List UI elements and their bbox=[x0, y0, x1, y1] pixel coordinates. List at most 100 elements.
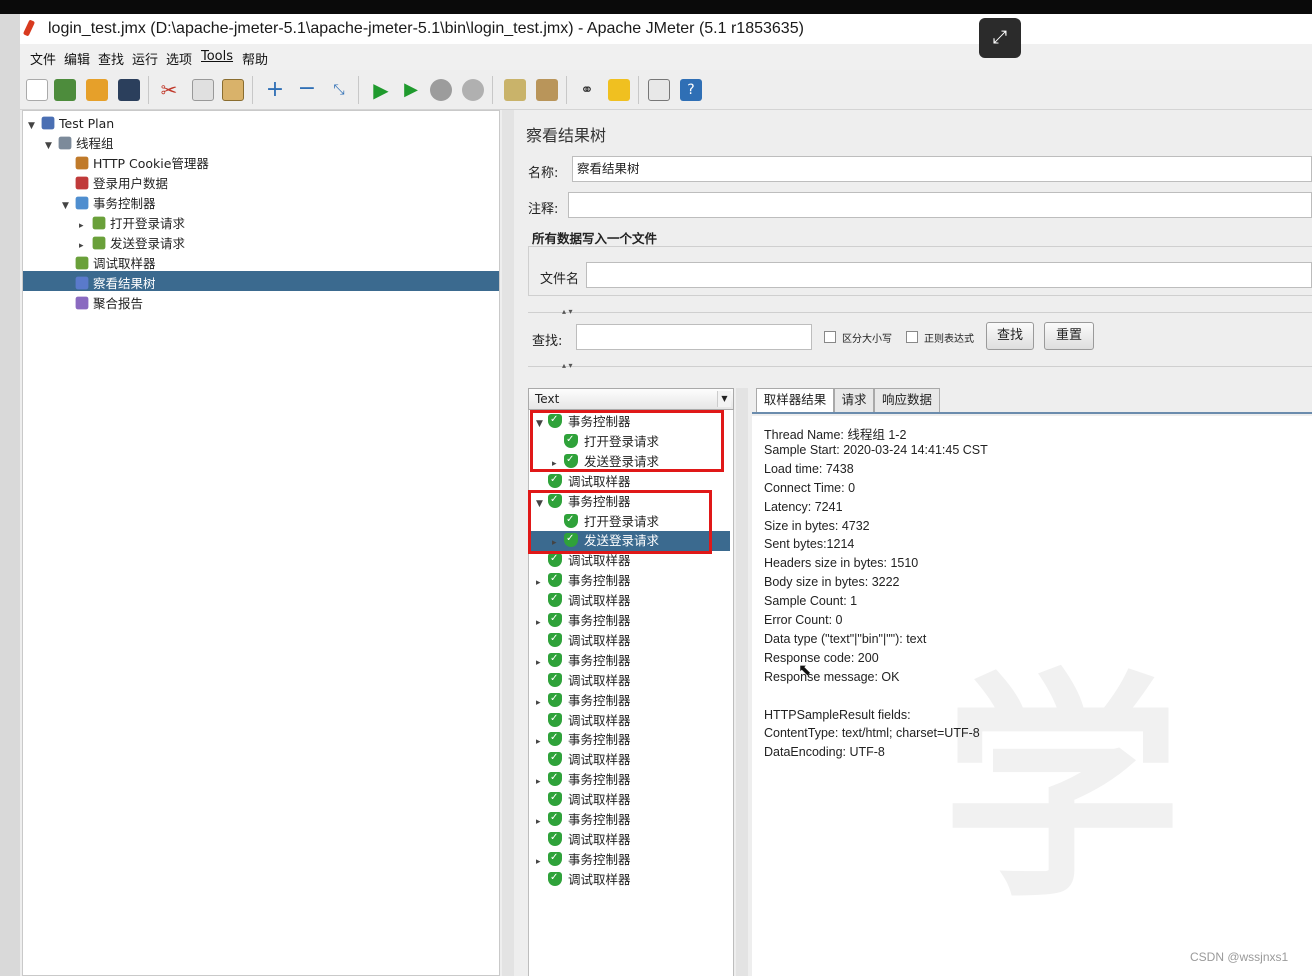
tree-toggle-icon[interactable]: ▼ bbox=[62, 196, 74, 216]
menu-tools[interactable]: Tools bbox=[201, 49, 233, 64]
tab-response-data[interactable]: 响应数据 bbox=[874, 388, 940, 412]
stop-icon[interactable] bbox=[430, 79, 452, 101]
reset-button[interactable]: 重置 bbox=[1044, 322, 1094, 350]
split-divider-2[interactable]: ▴ ▾ bbox=[528, 361, 1312, 374]
tree-toggle-icon[interactable]: ▼ bbox=[28, 116, 40, 136]
menu-search[interactable]: 查找 bbox=[98, 49, 124, 68]
chevron-down-icon[interactable]: ▼ bbox=[717, 391, 731, 407]
tree-toggle-icon[interactable]: ▸ bbox=[79, 216, 91, 236]
tree-item[interactable]: ▼ 线程组 bbox=[45, 134, 114, 154]
tab-request[interactable]: 请求 bbox=[834, 388, 874, 412]
result-item-label: 事务控制器 bbox=[568, 732, 631, 748]
tree-item[interactable]: 调试取样器 bbox=[62, 254, 156, 274]
tree-toggle-icon[interactable]: ▸ bbox=[79, 236, 91, 256]
search-icon[interactable]: ⚭ bbox=[576, 79, 598, 101]
results-tree-icon bbox=[75, 276, 89, 290]
success-shield-icon bbox=[548, 828, 562, 848]
open-icon[interactable] bbox=[86, 79, 108, 101]
toolbar-separator bbox=[252, 76, 253, 104]
result-item-label: 事务控制器 bbox=[568, 573, 631, 589]
tree-item[interactable]: 登录用户数据 bbox=[62, 174, 168, 194]
credit-watermark: CSDN @wssjnxs1 bbox=[1190, 950, 1289, 964]
screen-left-strip bbox=[0, 14, 20, 976]
result-item-label: 事务控制器 bbox=[568, 652, 631, 668]
shutdown-icon[interactable] bbox=[462, 79, 484, 101]
sample-result-line: Sample Start: 2020-03-24 14:41:45 CST bbox=[764, 442, 988, 457]
result-item-label: 调试取样器 bbox=[568, 632, 631, 648]
help-icon[interactable]: ? bbox=[680, 79, 702, 101]
red-highlight-box bbox=[528, 490, 712, 554]
name-field[interactable]: 察看结果树 bbox=[572, 156, 1312, 182]
jmeter-window: login_test.jmx (D:\apache-jmeter-5.1\apa… bbox=[20, 14, 1312, 976]
menu-help[interactable]: 帮助 bbox=[242, 49, 268, 68]
result-item[interactable]: 调试取样器 bbox=[536, 868, 631, 890]
collapse-icon[interactable]: − bbox=[296, 78, 318, 101]
start-icon[interactable]: ▶ bbox=[370, 79, 392, 101]
templates-icon[interactable] bbox=[54, 79, 76, 101]
paste-icon[interactable] bbox=[222, 79, 244, 101]
tree-item-label: Test Plan bbox=[59, 116, 115, 131]
success-shield-icon bbox=[548, 649, 562, 669]
sample-result-line: Error Count: 0 bbox=[764, 613, 843, 627]
success-shield-icon bbox=[548, 689, 562, 709]
filename-field[interactable] bbox=[586, 262, 1312, 288]
toolbar-separator bbox=[492, 76, 493, 104]
regex-checkbox[interactable] bbox=[906, 331, 918, 343]
find-button[interactable]: 查找 bbox=[986, 322, 1034, 350]
window-title: login_test.jmx (D:\apache-jmeter-5.1\apa… bbox=[48, 20, 804, 37]
tree-item[interactable]: ▸ 发送登录请求 bbox=[79, 234, 185, 254]
debug-sampler-icon bbox=[75, 256, 89, 270]
result-item-label: 调试取样器 bbox=[568, 752, 631, 768]
search-input[interactable] bbox=[576, 324, 812, 350]
tree-item-label: 调试取样器 bbox=[93, 256, 156, 271]
tab-sampler-result[interactable]: 取样器结果 bbox=[756, 388, 834, 412]
success-shield-icon bbox=[548, 748, 562, 768]
comment-field[interactable] bbox=[568, 192, 1312, 218]
cut-icon[interactable]: ✂ bbox=[158, 79, 180, 101]
sampler-icon bbox=[92, 216, 106, 230]
sampler-result-detail: 学 Thread Name: 线程组 1-2 Sample Start: 2020… bbox=[752, 416, 1312, 976]
restore-window-button[interactable]: ⤢ bbox=[979, 18, 1021, 58]
start-no-pause-icon[interactable]: ▶ bbox=[400, 79, 422, 101]
success-shield-icon bbox=[548, 609, 562, 629]
sample-result-line: Response message: OK bbox=[764, 669, 900, 684]
success-shield-icon bbox=[548, 728, 562, 748]
success-shield-icon bbox=[548, 788, 562, 808]
menu-run[interactable]: 运行 bbox=[132, 49, 158, 68]
toggle-icon[interactable]: ⤡ bbox=[328, 79, 350, 101]
tree-toggle-icon[interactable]: ▼ bbox=[45, 136, 57, 156]
tree-item[interactable]: ▸ 打开登录请求 bbox=[79, 214, 185, 234]
tree-item[interactable]: 察看结果树 bbox=[62, 274, 156, 294]
case-sensitive-checkbox[interactable] bbox=[824, 331, 836, 343]
tree-item-label: 线程组 bbox=[76, 136, 114, 151]
menu-options[interactable]: 选项 bbox=[166, 49, 192, 68]
screen-top-bar bbox=[0, 0, 1312, 14]
sample-result-line: Sent bytes:1214 bbox=[764, 537, 855, 552]
cookie-manager-icon bbox=[75, 156, 89, 170]
menu-edit[interactable]: 编辑 bbox=[64, 49, 90, 68]
expand-icon[interactable]: + bbox=[264, 79, 286, 101]
reset-search-icon[interactable] bbox=[608, 79, 630, 101]
renderer-select[interactable]: Text ▼ bbox=[528, 388, 734, 410]
results-splitter[interactable] bbox=[736, 388, 748, 976]
menu-file[interactable]: 文件 bbox=[30, 49, 56, 68]
function-helper-icon[interactable] bbox=[648, 79, 670, 101]
success-shield-icon bbox=[548, 768, 562, 788]
toolbar-separator bbox=[566, 76, 567, 104]
sample-result-line: Response code: 200 bbox=[764, 650, 879, 665]
clear-icon[interactable] bbox=[504, 79, 526, 101]
panel-title: 察看结果树 bbox=[526, 126, 607, 145]
clear-all-icon[interactable] bbox=[536, 79, 558, 101]
tree-item[interactable]: ▼ Test Plan bbox=[28, 114, 114, 134]
success-shield-icon bbox=[548, 848, 562, 868]
save-icon[interactable] bbox=[118, 79, 140, 101]
tree-item[interactable]: HTTP Cookie管理器 bbox=[62, 154, 209, 174]
new-icon[interactable] bbox=[26, 79, 48, 101]
toolbar: ✂ + − ⤡ ▶ ▶ ⚭ ? bbox=[20, 70, 1312, 110]
tree-item[interactable]: ▼ 事务控制器 bbox=[62, 194, 156, 214]
copy-icon[interactable] bbox=[192, 79, 214, 101]
success-shield-icon bbox=[548, 629, 562, 649]
split-divider-1[interactable]: ▴ ▾ bbox=[528, 307, 1312, 320]
tree-item[interactable]: 聚合报告 bbox=[62, 294, 143, 314]
main-splitter[interactable] bbox=[502, 110, 514, 976]
